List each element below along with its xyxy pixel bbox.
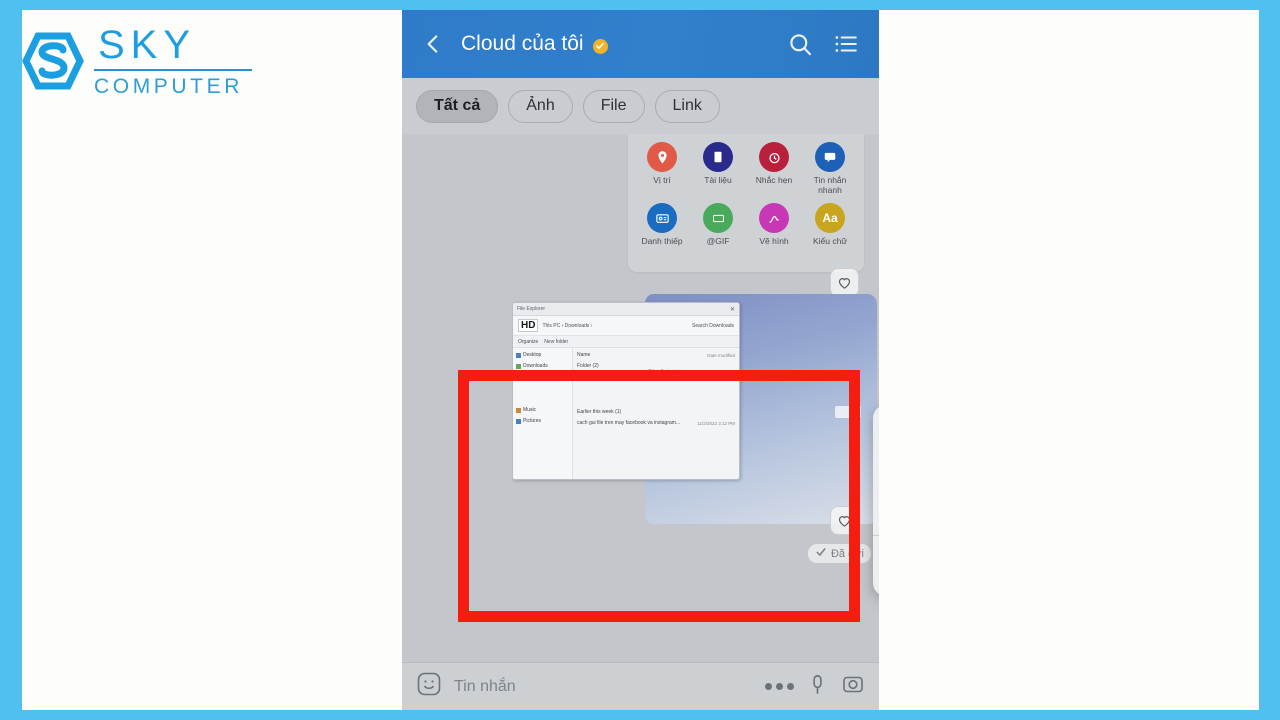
- more-dots-icon[interactable]: [765, 683, 794, 690]
- font-style-icon: Aa: [815, 203, 845, 233]
- attachment-item-reminder[interactable]: Nhắc hẹn: [747, 142, 801, 195]
- heart-outline-icon[interactable]: [830, 506, 859, 535]
- attachment-grid-row: Danh thiếp @GIF Vẽ hình Aa Kiểu chữ: [634, 203, 858, 246]
- file-name: Folder (2): [577, 363, 599, 369]
- alarm-clock-icon: [759, 142, 789, 172]
- breadcrumb: This PC › Downloads ›: [542, 322, 593, 329]
- search-icon[interactable]: [783, 27, 817, 61]
- window-close-icon: ✕: [729, 306, 735, 313]
- nav-item: Downloads: [516, 363, 569, 369]
- location-pin-icon: [647, 142, 677, 172]
- page-title: Cloud của tôi: [461, 32, 584, 55]
- attachment-item-font-style[interactable]: Aa Kiểu chữ: [803, 203, 857, 246]
- file-explorer-window-image: File Explorer ✕ HD This PC › Downloads ›…: [512, 302, 740, 480]
- nav-label: Music: [523, 407, 537, 413]
- file-meta: Date modified: [707, 352, 735, 358]
- attachment-grid-panel: Vị trí Tài liệu Nhắc hẹn Tin nhắn nhanh …: [628, 134, 864, 272]
- chat-message-area: Vị trí Tài liệu Nhắc hẹn Tin nhắn nhanh …: [402, 134, 879, 710]
- table-row: Folder (2): [577, 363, 735, 369]
- shared-file-caption: File đính kèm: [648, 370, 685, 376]
- nav-label: Desktop: [523, 352, 542, 358]
- filter-tab-bar: Tất cả Ảnh File Link: [402, 78, 879, 134]
- filter-chip-link[interactable]: Link: [654, 89, 720, 123]
- attachment-item-contact-card[interactable]: Danh thiếp: [635, 203, 689, 246]
- attachment-label: Vẽ hình: [759, 236, 789, 246]
- toolbar-organize: Organize: [518, 338, 539, 345]
- microphone-icon[interactable]: [806, 673, 829, 701]
- explorer-nav-pane: Desktop Downloads Music Pictures: [513, 348, 573, 479]
- message-input-bar: Tin nhắn: [402, 662, 879, 710]
- attachment-label: Danh thiếp: [641, 236, 683, 246]
- chevron-left-icon[interactable]: [418, 29, 448, 59]
- dialog-action-row: Hủy Gửi: [873, 536, 879, 596]
- file-name: Name: [577, 352, 591, 358]
- attachment-item-document[interactable]: Tài liệu: [691, 142, 745, 195]
- logo-computer-text: COMPUTER: [94, 75, 243, 98]
- attachment-label: Nhắc hẹn: [755, 175, 793, 185]
- file-name: cach gui file tren may facebook va insta…: [577, 420, 681, 426]
- attachment-label: Tài liệu: [704, 175, 732, 185]
- table-row: cach gui file tren may facebook va insta…: [577, 420, 735, 426]
- attachment-item-draw[interactable]: Vẽ hình: [747, 203, 801, 246]
- attachment-label: Tin nhắn nhanh: [813, 175, 847, 195]
- nav-item: Desktop: [516, 352, 569, 358]
- phone-screenshot: Cloud của tôi Tất cả Ảnh File Link Vị tr…: [402, 10, 879, 710]
- explorer-search-field: Search Downloads: [692, 322, 734, 329]
- attachment-label: Vị trí: [653, 175, 671, 185]
- sent-status-label: Đã gửi: [830, 547, 864, 560]
- gif-icon: [703, 203, 733, 233]
- dialog-title: Gửi file: [873, 405, 879, 449]
- table-row: Earlier this week (1): [577, 409, 735, 415]
- app-header: Cloud của tôi: [402, 10, 879, 78]
- attachment-label: @GIF: [706, 236, 730, 246]
- logo-sky-text: SKY: [98, 23, 197, 67]
- logo-divider: [94, 69, 252, 71]
- contact-card-icon: [647, 203, 677, 233]
- hd-badge: HD: [518, 319, 539, 332]
- send-file-dialog: Gửi file Hủy Gửi: [873, 405, 879, 596]
- heart-outline-icon[interactable]: [830, 268, 859, 297]
- shared-screenshot-bubble[interactable]: File Explorer ✕ HD This PC › Downloads ›…: [512, 294, 877, 556]
- explorer-body: Desktop Downloads Music Pictures Name Dat…: [513, 348, 739, 479]
- list-menu-icon[interactable]: [829, 27, 863, 61]
- status-badge: Đã gửi: [807, 544, 871, 563]
- attachment-item-gif[interactable]: @GIF: [691, 203, 745, 246]
- verified-check-icon: [592, 38, 608, 54]
- camera-icon[interactable]: [841, 672, 865, 701]
- screenshot-canvas: SKY COMPUTER Cloud của tôi Tất cả Ảnh Fi…: [0, 0, 1280, 720]
- explorer-file-list: Name Date modified Folder (2) Earlier thi…: [573, 348, 739, 479]
- attachment-label: Kiểu chữ: [812, 236, 848, 246]
- logo-wordmark: SKY COMPUTER: [94, 24, 254, 99]
- explorer-address-bar: HD This PC › Downloads › Search Download…: [513, 316, 739, 336]
- nav-item: Pictures: [516, 418, 569, 424]
- filter-chip-file[interactable]: File: [582, 89, 645, 123]
- explorer-window-title: File Explorer: [517, 306, 546, 312]
- filter-chip-all[interactable]: Tất cả: [416, 89, 499, 123]
- file-name: Earlier this week (1): [577, 409, 622, 415]
- document-icon: [703, 142, 733, 172]
- photo-overlay-label: [835, 406, 861, 418]
- quick-message-icon: [815, 142, 845, 172]
- attachment-item-location[interactable]: Vị trí: [635, 142, 689, 195]
- explorer-toolbar: Organize New folder: [513, 336, 739, 348]
- smiley-face-icon[interactable]: [416, 671, 442, 702]
- toolbar-new-folder: New folder: [544, 338, 569, 345]
- attachment-item-quick-message[interactable]: Tin nhắn nhanh: [803, 142, 857, 195]
- attachment-grid-row: Vị trí Tài liệu Nhắc hẹn Tin nhắn nhanh: [634, 142, 858, 195]
- draw-icon: [759, 203, 789, 233]
- filter-chip-photos[interactable]: Ảnh: [508, 89, 573, 123]
- sky-computer-logo: SKY COMPUTER: [22, 24, 252, 102]
- nav-label: Pictures: [523, 418, 542, 424]
- nav-label: Downloads: [523, 363, 548, 369]
- nav-item: Music: [516, 407, 569, 413]
- cancel-button[interactable]: Hủy: [873, 536, 879, 596]
- table-row: Name Date modified: [577, 352, 735, 358]
- file-meta: 11/2/2022 3:12 PM: [697, 420, 735, 426]
- sky-hex-s-logo-icon: [22, 30, 84, 92]
- check-icon: [815, 546, 827, 561]
- message-input-placeholder[interactable]: Tin nhắn: [454, 678, 753, 696]
- explorer-titlebar: File Explorer ✕: [513, 303, 739, 316]
